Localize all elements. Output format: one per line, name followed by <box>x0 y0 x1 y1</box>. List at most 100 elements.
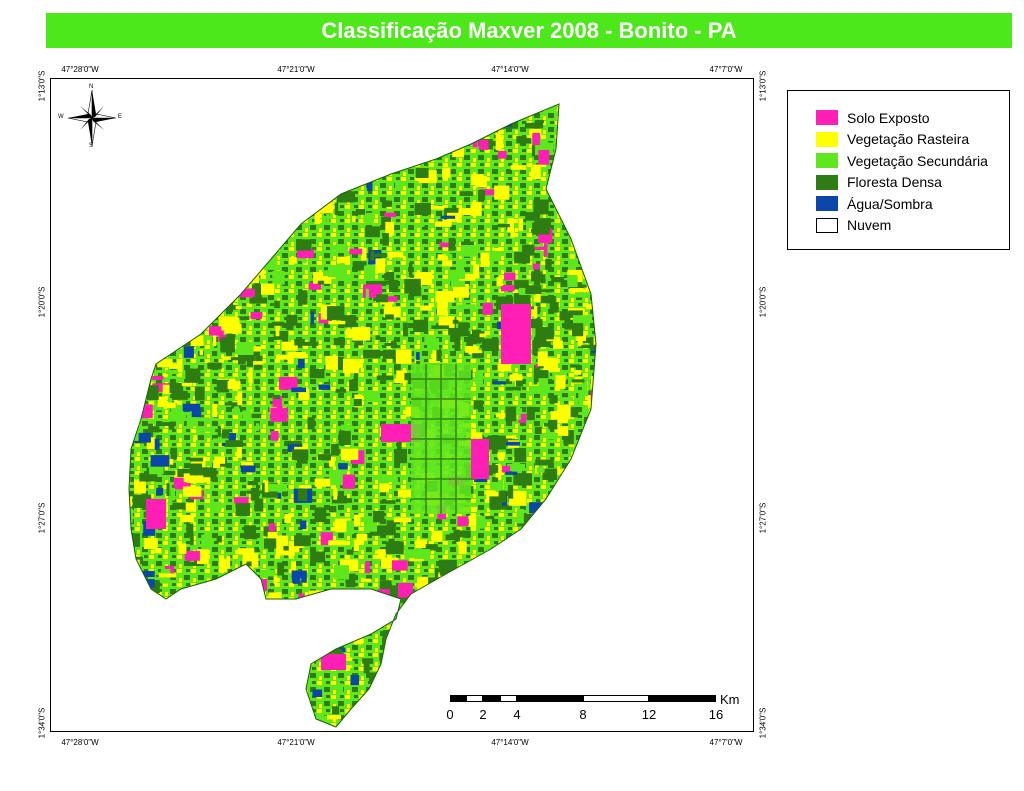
land-cover-patch <box>334 266 348 271</box>
land-cover-patch <box>510 552 525 560</box>
land-cover-patch <box>222 116 234 130</box>
land-cover-patch <box>597 592 607 601</box>
land-cover-patch <box>189 299 206 307</box>
land-cover-patch <box>286 145 298 159</box>
land-cover-patch <box>261 237 267 251</box>
land-cover-patch <box>437 301 448 316</box>
land-cover-patch <box>212 113 221 121</box>
land-cover-patch <box>586 703 596 716</box>
land-cover-patch <box>555 397 574 401</box>
land-cover-patch <box>537 525 547 534</box>
land-cover-patch <box>246 490 264 494</box>
land-cover-patch <box>406 106 415 120</box>
land-cover-patch <box>248 368 253 383</box>
land-cover-patch <box>584 117 594 122</box>
tick-top-3: 47°14'0"W <box>491 65 529 74</box>
land-cover-patch <box>129 410 138 419</box>
land-cover-patch <box>600 429 606 433</box>
land-cover-patch <box>172 100 183 103</box>
land-cover-patch <box>348 596 361 606</box>
land-cover-patch <box>575 292 590 298</box>
land-cover-patch <box>331 593 344 607</box>
land-cover-patch <box>122 698 126 709</box>
land-cover-patch <box>170 716 189 727</box>
land-cover-patch <box>532 132 540 146</box>
land-cover-patch <box>158 183 167 193</box>
land-cover-patch <box>220 175 236 184</box>
land-cover-patch <box>370 250 375 261</box>
land-cover-patch <box>456 259 467 268</box>
land-cover-patch <box>204 126 213 141</box>
land-cover-patch <box>271 159 291 165</box>
land-cover-patch <box>429 128 440 133</box>
land-cover-patch <box>220 232 231 239</box>
land-cover-patch <box>137 203 150 217</box>
land-cover-patch <box>442 260 453 267</box>
land-cover-patch <box>366 715 380 720</box>
land-cover-patch <box>362 658 374 664</box>
land-cover-patch <box>236 446 242 458</box>
land-cover-patch <box>185 502 196 512</box>
land-cover-patch <box>334 202 339 216</box>
land-cover-patch <box>436 115 449 124</box>
legend-label: Vegetação Secundária <box>847 152 988 169</box>
land-cover-patch <box>173 678 177 691</box>
land-cover-patch <box>577 671 590 678</box>
land-cover-patch <box>533 587 548 593</box>
land-cover-patch <box>211 170 224 175</box>
land-cover-patch <box>305 167 317 178</box>
land-cover-patch <box>595 322 596 327</box>
land-cover-patch <box>491 576 499 591</box>
land-cover-patch <box>471 174 484 185</box>
land-cover-patch <box>534 426 542 435</box>
land-cover-patch <box>317 202 334 214</box>
land-cover-patch <box>328 320 346 325</box>
land-cover-patch <box>472 104 478 107</box>
land-cover-patch <box>437 656 442 660</box>
land-cover-patch <box>228 638 247 648</box>
land-cover-patch <box>582 215 596 225</box>
land-cover-patch <box>540 289 552 293</box>
land-cover-patch <box>577 461 591 467</box>
scale-label: 0 <box>446 707 454 722</box>
land-cover-patch <box>525 122 544 129</box>
land-cover-patch <box>133 631 138 637</box>
land-cover-patch <box>129 423 136 434</box>
land-cover-patch <box>310 166 318 177</box>
land-cover-patch <box>129 573 142 579</box>
land-cover-patch <box>194 702 207 717</box>
land-cover-patch <box>159 175 175 180</box>
land-cover-patch <box>492 702 499 713</box>
land-cover-patch <box>164 664 177 679</box>
land-cover-patch <box>351 722 356 727</box>
land-cover-patch <box>568 627 573 638</box>
land-cover-patch <box>496 321 502 329</box>
land-cover-patch <box>217 265 229 278</box>
land-cover-patch <box>369 672 388 682</box>
land-cover-patch <box>199 717 210 726</box>
land-cover-patch <box>236 342 254 355</box>
land-cover-patch <box>477 121 491 130</box>
land-cover-patch <box>365 288 369 304</box>
land-cover-patch <box>206 153 222 157</box>
land-cover-patch <box>596 634 612 641</box>
land-cover-patch <box>183 486 202 497</box>
land-cover-patch <box>245 177 261 192</box>
land-cover-patch <box>337 256 350 264</box>
land-cover-patch <box>163 402 176 409</box>
land-cover-patch <box>449 578 452 588</box>
land-cover-patch <box>131 176 150 182</box>
scale-label: 16 <box>708 707 724 722</box>
land-cover-patch <box>538 150 550 165</box>
scale-label: 12 <box>641 707 657 722</box>
scale-segment <box>466 695 483 702</box>
land-cover-patch <box>392 118 401 133</box>
land-cover-patch <box>472 353 484 359</box>
land-cover-patch <box>310 551 326 563</box>
land-cover-patch <box>482 302 493 315</box>
map-frame <box>50 78 754 732</box>
land-cover-patch <box>490 595 494 611</box>
tick-bottom-3: 47°14'0"W <box>491 738 529 747</box>
land-cover-patch <box>446 579 456 594</box>
land-cover-patch <box>139 473 158 482</box>
